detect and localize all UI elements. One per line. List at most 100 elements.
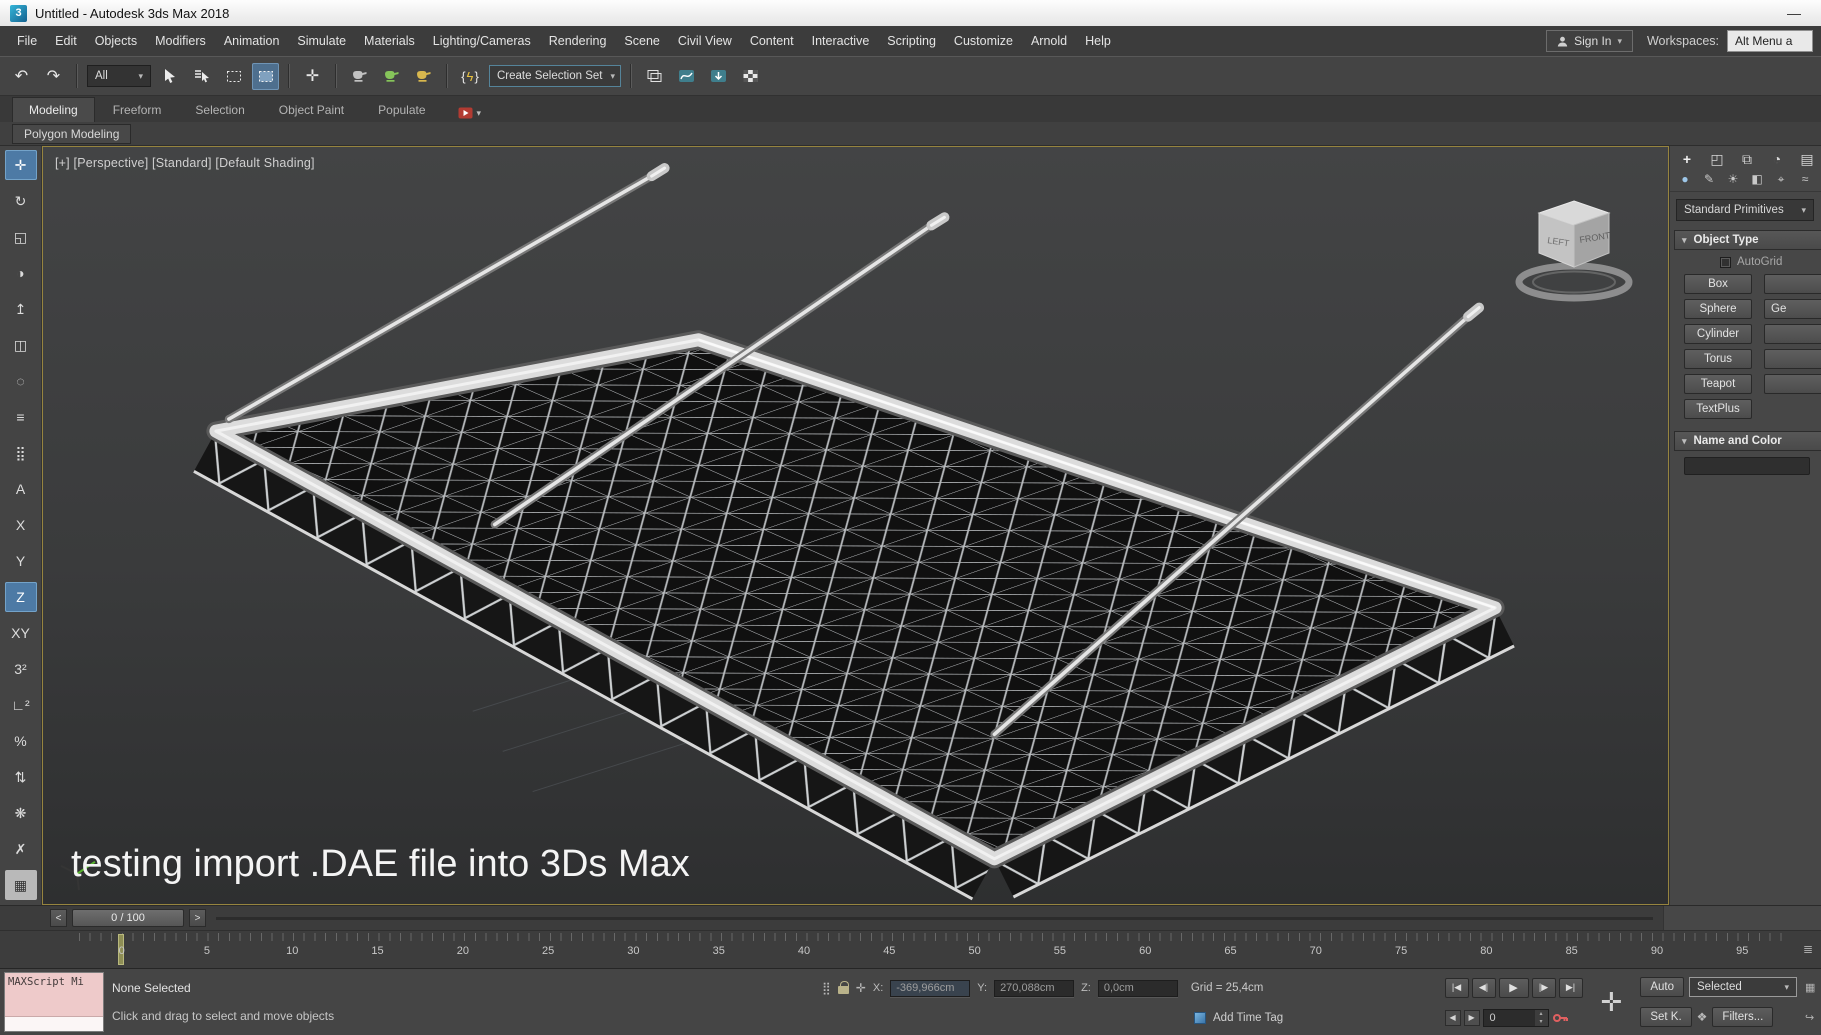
maxscript-listener-input[interactable] xyxy=(5,1016,103,1031)
helpers-category-icon[interactable]: ⌖ xyxy=(1770,172,1792,187)
menu-materials[interactable]: Materials xyxy=(355,29,424,53)
menu-arnold[interactable]: Arnold xyxy=(1022,29,1076,53)
selection-lock-icon[interactable] xyxy=(837,981,849,995)
name-and-color-header[interactable]: ▾ Name and Color xyxy=(1674,431,1821,451)
geometry-category-icon[interactable]: ● xyxy=(1674,172,1696,187)
named-selection-button[interactable]: ❋ xyxy=(5,798,37,828)
snap-toggle-button[interactable]: 3² xyxy=(5,654,37,684)
select-by-name-button[interactable] xyxy=(188,63,215,90)
lights-category-icon[interactable]: ☀ xyxy=(1722,172,1744,187)
spin-down-icon[interactable]: ▾ xyxy=(1540,1018,1543,1025)
viewport-label[interactable]: [+] [Perspective] [Standard] [Default Sh… xyxy=(55,156,315,170)
menu-objects[interactable]: Objects xyxy=(86,29,146,53)
time-slider-track[interactable] xyxy=(216,916,1653,920)
set-key-button[interactable]: Set K. xyxy=(1640,1007,1692,1027)
soft-selection-button[interactable]: ◌ xyxy=(5,366,37,396)
menu-rendering[interactable]: Rendering xyxy=(540,29,616,53)
next-frame-button[interactable]: |▶ xyxy=(1531,977,1556,998)
perspective-viewport[interactable]: [+] [Perspective] [Standard] [Default Sh… xyxy=(42,146,1669,905)
sphere-button[interactable]: Sphere xyxy=(1684,299,1752,319)
edge-grid-icon[interactable]: ▦ xyxy=(1805,981,1821,994)
plane-button-partial[interactable] xyxy=(1764,374,1821,394)
autogrid-checkbox[interactable] xyxy=(1720,256,1731,268)
key-selection-dropdown[interactable]: Selected ▾ xyxy=(1689,977,1797,997)
constraint-x-button[interactable]: X xyxy=(5,510,37,540)
ribbon-options-button[interactable]: ▾ xyxy=(458,107,481,122)
auto-key-button[interactable]: Auto xyxy=(1640,977,1684,997)
add-keys-icon[interactable]: ✛ xyxy=(1601,972,1623,1032)
menu-content[interactable]: Content xyxy=(741,29,803,53)
next-frame-button[interactable]: > xyxy=(189,909,206,927)
view-cube[interactable]: LEFT FRONT xyxy=(1514,183,1634,313)
current-frame-spinner[interactable]: 0 ▴ ▾ xyxy=(1482,1008,1549,1027)
hierarchy-tab-icon[interactable]: ⧉ xyxy=(1734,151,1760,168)
constraint-z-button[interactable]: Z xyxy=(4,582,37,612)
box-button[interactable]: Box xyxy=(1684,274,1752,294)
menu-lighting-cameras[interactable]: Lighting/Cameras xyxy=(424,29,540,53)
key-step-back-button[interactable]: ◀ xyxy=(1444,1009,1461,1026)
spacewarps-category-icon[interactable]: ≈ xyxy=(1794,172,1816,187)
select-and-move-toolbar-button[interactable]: ✛ xyxy=(299,63,326,90)
torus-button[interactable]: Torus xyxy=(1684,349,1752,369)
select-and-move-button[interactable]: ✛ xyxy=(4,150,37,180)
modify-tab-icon[interactable]: ◰ xyxy=(1704,151,1730,168)
edge-arrow-icon[interactable]: ↪ xyxy=(1805,1011,1821,1024)
z-coordinate-field[interactable]: 0,0cm xyxy=(1097,979,1178,997)
crossing-toggle-button[interactable]: ✗ xyxy=(5,834,37,864)
display-tab-icon[interactable]: ▤ xyxy=(1794,151,1820,168)
primitive-category-dropdown[interactable]: Standard Primitives ▾ xyxy=(1676,199,1814,221)
play-button[interactable]: ▶ xyxy=(1498,977,1529,998)
cylinder-button[interactable]: Cylinder xyxy=(1684,324,1752,344)
create-tab-icon[interactable]: + xyxy=(1674,151,1700,168)
workspace-dropdown[interactable]: Alt Menu a xyxy=(1727,30,1813,52)
window-crossing-toggle[interactable] xyxy=(252,62,279,90)
menu-animation[interactable]: Animation xyxy=(215,29,289,53)
timeline-options-icon[interactable]: ≣ xyxy=(1803,942,1813,956)
curve-editor-button[interactable] xyxy=(673,63,700,90)
x-coordinate-field[interactable]: -369,966cm xyxy=(890,979,971,997)
track-bar[interactable]: 0 5 10 15 20 25 30 35 40 45 50 55 60 65 … xyxy=(0,930,1821,968)
undo-button[interactable]: ↶ xyxy=(8,63,35,90)
select-and-place-button[interactable]: ◑ xyxy=(5,258,37,288)
select-object-button[interactable] xyxy=(156,63,183,90)
dope-sheet-button[interactable] xyxy=(705,63,732,90)
key-step-forward-button[interactable]: ▶ xyxy=(1463,1009,1480,1026)
previous-frame-button[interactable]: < xyxy=(50,909,67,927)
mirror-button[interactable]: ◫ xyxy=(5,330,37,360)
menu-edit[interactable]: Edit xyxy=(46,29,86,53)
go-to-start-button[interactable]: |◀ xyxy=(1444,977,1469,998)
tab-modeling[interactable]: Modeling xyxy=(12,97,95,122)
object-type-header[interactable]: ▾ Object Type xyxy=(1674,230,1821,250)
motion-tab-icon[interactable]: ◔ xyxy=(1764,151,1790,168)
menu-interactive[interactable]: Interactive xyxy=(803,29,879,53)
percent-snap-button[interactable]: % xyxy=(5,726,37,756)
key-mode-icon[interactable] xyxy=(1552,1010,1569,1026)
menu-scene[interactable]: Scene xyxy=(615,29,668,53)
textplus-button[interactable]: TextPlus xyxy=(1684,399,1752,419)
rendered-frame-window-button[interactable] xyxy=(378,63,405,90)
go-to-end-button[interactable]: ▶| xyxy=(1558,977,1583,998)
redo-button[interactable]: ↷ xyxy=(40,63,67,90)
select-and-scale-button[interactable]: ◱ xyxy=(5,222,37,252)
y-coordinate-field[interactable]: 270,088cm xyxy=(994,979,1075,997)
tab-freeform[interactable]: Freeform xyxy=(97,98,178,122)
time-slider-handle[interactable]: 0 / 100 xyxy=(72,909,184,927)
minimize-button[interactable]: — xyxy=(1777,5,1811,21)
pyramid-button-partial[interactable] xyxy=(1764,349,1821,369)
maxscript-mini-listener[interactable]: MAXScript Mi xyxy=(4,972,104,1032)
constraint-y-button[interactable]: Y xyxy=(5,546,37,576)
constraint-xy-button[interactable]: XY xyxy=(5,618,37,648)
menu-file[interactable]: File xyxy=(8,29,46,53)
transform-gizmo-icon[interactable]: ✛ xyxy=(856,981,866,995)
angle-snap-button[interactable]: ∟² xyxy=(5,690,37,720)
render-setup-teapot-button[interactable] xyxy=(346,63,373,90)
selection-dots-icon[interactable]: ⣿ xyxy=(822,981,831,995)
menu-scripting[interactable]: Scripting xyxy=(878,29,945,53)
object-name-field[interactable] xyxy=(1684,457,1810,475)
menu-simulate[interactable]: Simulate xyxy=(288,29,355,53)
polygon-modeling-panel[interactable]: Polygon Modeling xyxy=(12,123,132,144)
selection-filter-dropdown[interactable]: All ▾ xyxy=(87,65,151,87)
maxscript-button[interactable]: {ϟ} xyxy=(457,63,484,90)
menu-customize[interactable]: Customize xyxy=(945,29,1022,53)
tab-object-paint[interactable]: Object Paint xyxy=(263,98,360,122)
